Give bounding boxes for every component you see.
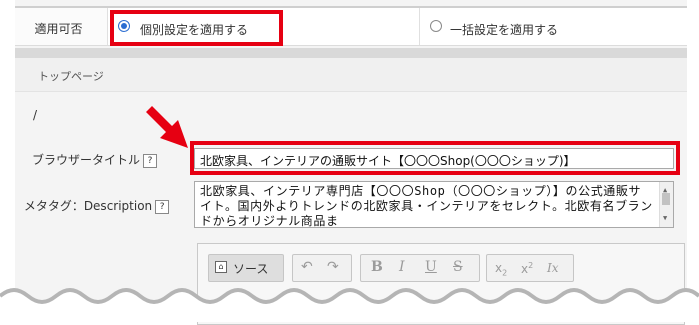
remove-format-icon[interactable]: Ix	[547, 261, 559, 275]
page-path: /	[33, 108, 38, 122]
italic-icon[interactable]: I	[399, 259, 405, 275]
highlight-box-title	[190, 141, 680, 175]
meta-description-label: メタタグ：Description?	[9, 197, 184, 214]
undo-icon[interactable]: ↶	[301, 259, 313, 275]
meta-description-textarea[interactable]: 北欧家具、インテリア専門店【〇〇〇Shop（〇〇〇ショップ）】の公式通販サイト。…	[194, 181, 674, 228]
subscript-mark: 2	[502, 268, 508, 278]
script-group: x2 x2 Ix	[486, 254, 574, 282]
meta-description-row: メタタグ：Description? 北欧家具、インテリア専門店【〇〇〇Shop（…	[15, 177, 687, 234]
red-arrow-icon	[146, 106, 188, 148]
source-button-label: ソース	[233, 262, 269, 276]
superscript-mark: 2	[528, 261, 534, 270]
help-icon[interactable]: ?	[155, 200, 170, 214]
section-separator	[15, 48, 687, 58]
format-group: B I U S	[360, 254, 480, 282]
redo-icon[interactable]: ↷	[327, 259, 339, 275]
help-icon[interactable]: ?	[143, 154, 157, 168]
scroll-thumb[interactable]	[662, 193, 670, 205]
radio-bulk-button[interactable]	[430, 20, 442, 32]
textarea-scrollbar[interactable]: ▲ ▼	[659, 182, 673, 227]
meta-description-text: 北欧家具、インテリア専門店【〇〇〇Shop（〇〇〇ショップ）】の公式通販サイト。…	[200, 184, 653, 228]
undo-redo-group: ↶ ↷	[292, 254, 352, 282]
section-header: トップページ	[15, 58, 687, 92]
page-path-row: /	[15, 92, 687, 142]
radio-bulk-label: 一括設定を適用する	[450, 23, 559, 37]
bold-icon[interactable]: B	[371, 259, 383, 275]
superscript-icon[interactable]: x2	[521, 261, 533, 276]
screenshot-canvas: 適用可否 個別設定を適用する 一括設定を適用する トップページ / ブラウザータ…	[0, 0, 699, 325]
strikethrough-icon[interactable]: S	[453, 259, 463, 275]
subscript-icon[interactable]: x2	[495, 261, 507, 277]
radio-bulk-option[interactable]: 一括設定を適用する	[419, 8, 688, 45]
scroll-down-icon[interactable]: ▼	[663, 211, 668, 226]
meta-description-label-text: メタタグ：Description	[23, 199, 153, 213]
torn-edge-divider	[0, 288, 699, 322]
browser-title-label: ブラウザータイトル?	[7, 151, 182, 168]
source-icon: ⌂	[215, 261, 227, 273]
underline-icon[interactable]: U	[425, 259, 437, 275]
browser-title-label-text: ブラウザータイトル	[31, 153, 140, 167]
source-button[interactable]: ⌂ ソース	[208, 254, 284, 282]
highlight-box-radio	[110, 10, 283, 46]
section-title: トップページ	[38, 70, 104, 83]
